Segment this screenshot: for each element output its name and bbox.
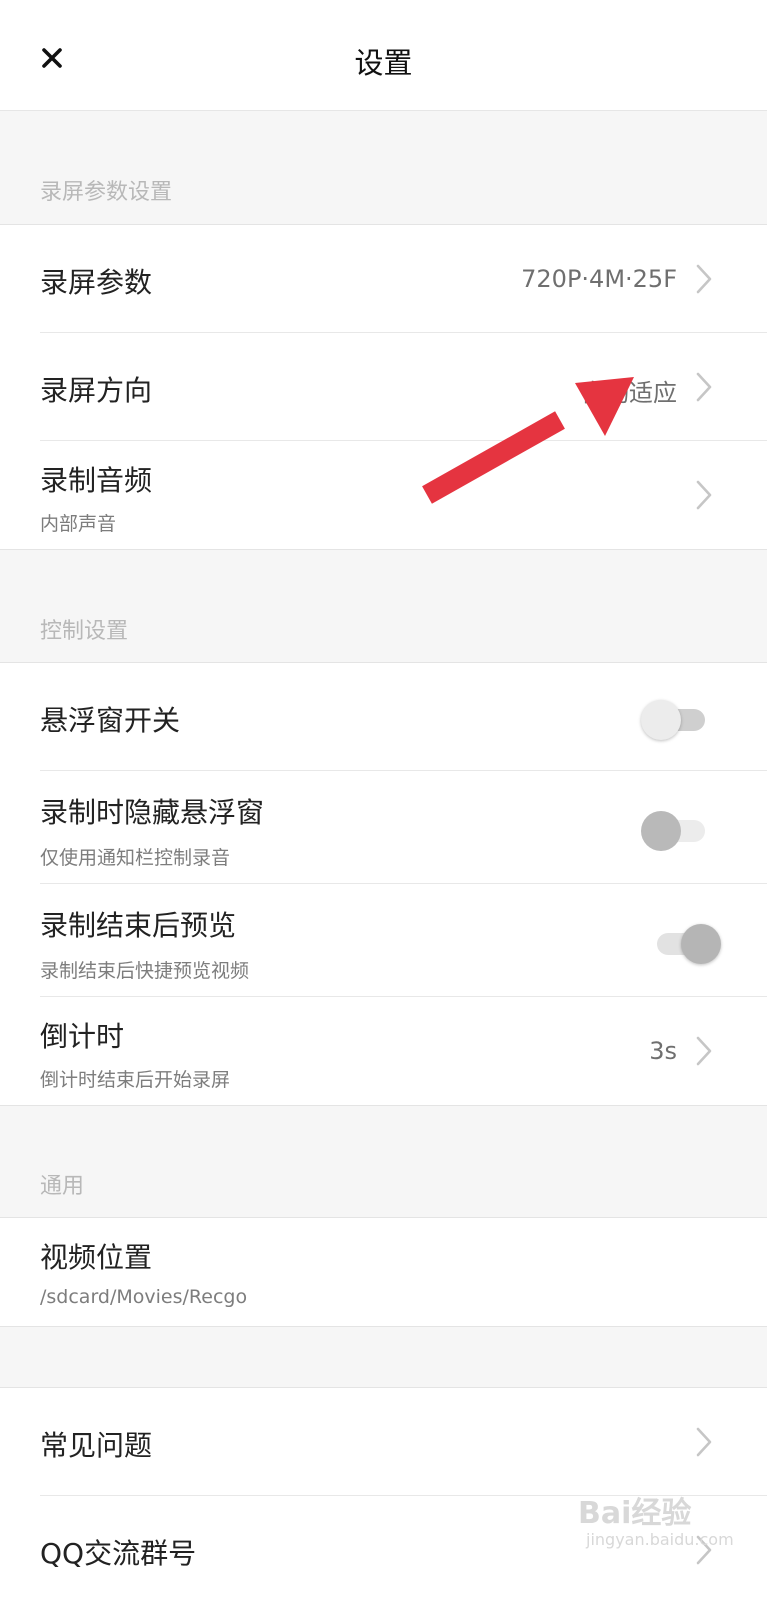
row-sublabel: /sdcard/Movies/Recgo	[40, 1286, 248, 1308]
row-preview-after-record[interactable]: 录制结束后预览 录制结束后快捷预览视频	[0, 884, 767, 997]
row-label: 悬浮窗开关	[40, 704, 181, 737]
row-label: 录制结束后预览	[40, 909, 237, 942]
row-label: 视频位置	[40, 1241, 153, 1274]
chevron-right-icon	[696, 1036, 712, 1066]
preview-toggle[interactable]	[657, 918, 723, 964]
toggle-knob	[641, 700, 681, 740]
page-title: 设置	[354, 46, 413, 80]
row-record-audio[interactable]: 录制音频 内部声音	[0, 441, 767, 549]
section-header-general: 通用	[40, 1174, 85, 1199]
row-sublabel: 内部声音	[40, 513, 117, 535]
chevron-right-icon	[696, 1427, 712, 1457]
row-value: 自动适应	[581, 379, 677, 407]
row-sublabel: 倒计时结束后开始录屏	[40, 1069, 231, 1091]
row-countdown[interactable]: 倒计时 倒计时结束后开始录屏 3s	[0, 997, 767, 1105]
row-value: 720P·4M·25F	[521, 265, 677, 293]
row-label: 常见问题	[40, 1429, 153, 1462]
row-value: 3s	[649, 1037, 677, 1065]
row-label: 录屏方向	[40, 374, 153, 407]
float-window-toggle[interactable]	[641, 694, 707, 740]
row-hide-float-window[interactable]: 录制时隐藏悬浮窗 仅使用通知栏控制录音	[0, 771, 767, 884]
row-qq-group[interactable]: QQ交流群号	[0, 1496, 767, 1604]
row-video-location[interactable]: 视频位置 /sdcard/Movies/Recgo	[0, 1218, 767, 1326]
misc-card: 常见问题 QQ交流群号	[0, 1387, 767, 1618]
row-sublabel: 录制结束后快捷预览视频	[40, 960, 250, 982]
row-label: 录制音频	[40, 464, 153, 497]
chevron-right-icon	[696, 480, 712, 510]
section-header-record-params: 录屏参数设置	[40, 180, 173, 205]
row-label: 录屏参数	[40, 266, 153, 299]
section-header-control: 控制设置	[40, 619, 129, 644]
control-card: 悬浮窗开关 录制时隐藏悬浮窗 仅使用通知栏控制录音 录制结束后预览 录制结束后快…	[0, 662, 767, 1106]
chevron-right-icon	[696, 372, 712, 402]
row-record-orientation[interactable]: 录屏方向 自动适应	[0, 333, 767, 441]
top-bar: 设置	[0, 0, 767, 111]
row-faq[interactable]: 常见问题	[0, 1388, 767, 1496]
chevron-right-icon	[696, 264, 712, 294]
row-float-window[interactable]: 悬浮窗开关	[0, 663, 767, 771]
record-params-card: 录屏参数 720P·4M·25F 录屏方向 自动适应 录制音频 内部声音	[0, 224, 767, 550]
row-label: QQ交流群号	[40, 1537, 197, 1570]
general-card: 视频位置 /sdcard/Movies/Recgo	[0, 1217, 767, 1327]
row-sublabel: 仅使用通知栏控制录音	[40, 847, 231, 869]
row-label: 录制时隐藏悬浮窗	[40, 796, 265, 829]
toggle-knob	[681, 924, 721, 964]
chevron-right-icon	[696, 1535, 712, 1565]
toggle-knob	[641, 811, 681, 851]
row-record-params[interactable]: 录屏参数 720P·4M·25F	[0, 225, 767, 333]
row-label: 倒计时	[40, 1020, 125, 1053]
hide-float-window-toggle[interactable]	[641, 805, 707, 851]
